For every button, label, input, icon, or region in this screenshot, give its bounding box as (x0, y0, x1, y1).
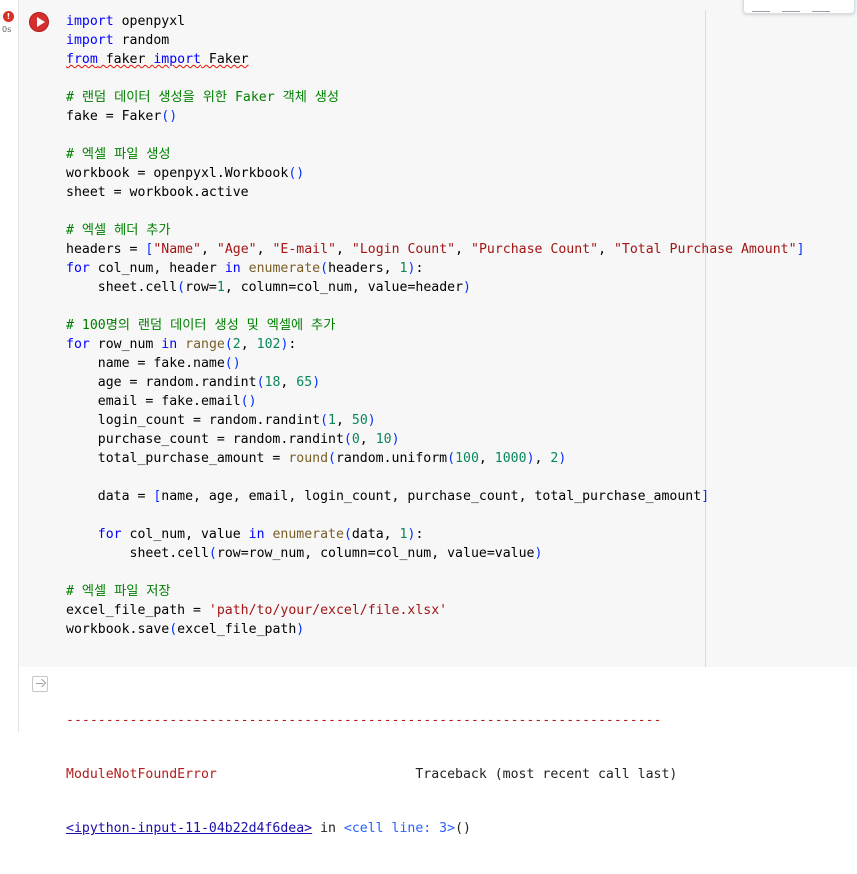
traceback-label: Traceback (most recent call last) (216, 767, 678, 782)
code-line[interactable]: for col_num, value in enumerate(data, 1)… (66, 525, 805, 544)
code-line[interactable]: # 엑셀 파일 저장 (66, 582, 805, 601)
code-line[interactable]: headers = ["Name", "Age", "E-mail", "Log… (66, 240, 805, 259)
move-down-icon[interactable] (782, 1, 800, 12)
code-line[interactable]: excel_file_path = 'path/to/your/excel/fi… (66, 601, 805, 620)
error-name: ModuleNotFoundError (66, 767, 217, 782)
code-line[interactable]: total_purchase_amount = round(random.uni… (66, 449, 805, 468)
code-line[interactable]: ​ (66, 506, 805, 525)
code-line[interactable]: email = fake.email() (66, 392, 805, 411)
traceback-separator: ----------------------------------------… (66, 713, 662, 728)
code-line[interactable]: name = fake.name() (66, 354, 805, 373)
code-line[interactable]: sheet = workbook.active (66, 183, 805, 202)
code-line[interactable]: ​ (66, 468, 805, 487)
code-line[interactable]: ​ (66, 126, 805, 145)
code-line[interactable]: ​ (66, 202, 805, 221)
code-line[interactable]: for col_num, header in enumerate(headers… (66, 259, 805, 278)
code-line[interactable]: data = [name, age, email, login_count, p… (66, 487, 805, 506)
cell-gutter: ! 0s (0, 0, 19, 732)
code-editor[interactable]: import openpyxl import random from faker i… (60, 10, 805, 667)
traceback-header: ModuleNotFoundError Traceback (most rece… (66, 766, 677, 784)
code-line[interactable]: from faker import Faker (66, 50, 805, 69)
traceback-output: ----------------------------------------… (66, 676, 677, 874)
output-redirect-icon[interactable] (32, 676, 48, 692)
frame-parens: () (455, 821, 471, 836)
code-line[interactable]: workbook.save(excel_file_path) (66, 620, 805, 639)
code-line[interactable]: ​ (66, 563, 805, 582)
code-text[interactable]: import openpyxl import random from faker i… (66, 12, 805, 639)
code-line[interactable]: sheet.cell(row=row_num, column=col_num, … (66, 544, 805, 563)
run-cell-button[interactable] (29, 12, 49, 32)
code-line[interactable]: # 엑셀 파일 생성 (66, 145, 805, 164)
code-line[interactable]: age = random.randint(18, 65) (66, 373, 805, 392)
code-line[interactable]: ​ (66, 297, 805, 316)
traceback-frame: <ipython-input-11-04b22d4f6dea> in <cell… (66, 820, 677, 838)
error-status-icon: ! (3, 11, 14, 22)
code-line[interactable]: ​ (66, 69, 805, 88)
code-line[interactable]: import openpyxl (66, 12, 805, 31)
code-line[interactable]: fake = Faker() (66, 107, 805, 126)
code-line[interactable]: login_count = random.randint(1, 50) (66, 411, 805, 430)
ipython-input-link[interactable]: <ipython-input-11-04b22d4f6dea> (66, 821, 312, 836)
output-area: ----------------------------------------… (19, 667, 857, 836)
code-line[interactable]: purchase_count = random.randint(0, 10) (66, 430, 805, 449)
code-line[interactable]: # 엑셀 헤더 추가 (66, 221, 805, 240)
code-line[interactable]: import random (66, 31, 805, 50)
cell-line-ref[interactable]: <cell line: 3> (344, 821, 455, 836)
execution-time: 0s (2, 25, 12, 34)
code-line[interactable]: # 랜덤 데이터 생성을 위한 Faker 객체 생성 (66, 88, 805, 107)
move-up-icon[interactable] (752, 1, 770, 12)
code-line[interactable]: workbook = openpyxl.Workbook() (66, 164, 805, 183)
in-word: in (312, 821, 344, 836)
code-line[interactable]: sheet.cell(row=1, column=col_num, value=… (66, 278, 805, 297)
code-line[interactable]: # 100명의 랜덤 데이터 생성 및 엑셀에 추가 (66, 316, 805, 335)
code-line[interactable]: for row_num in range(2, 102): (66, 335, 805, 354)
link-icon[interactable] (812, 1, 830, 12)
